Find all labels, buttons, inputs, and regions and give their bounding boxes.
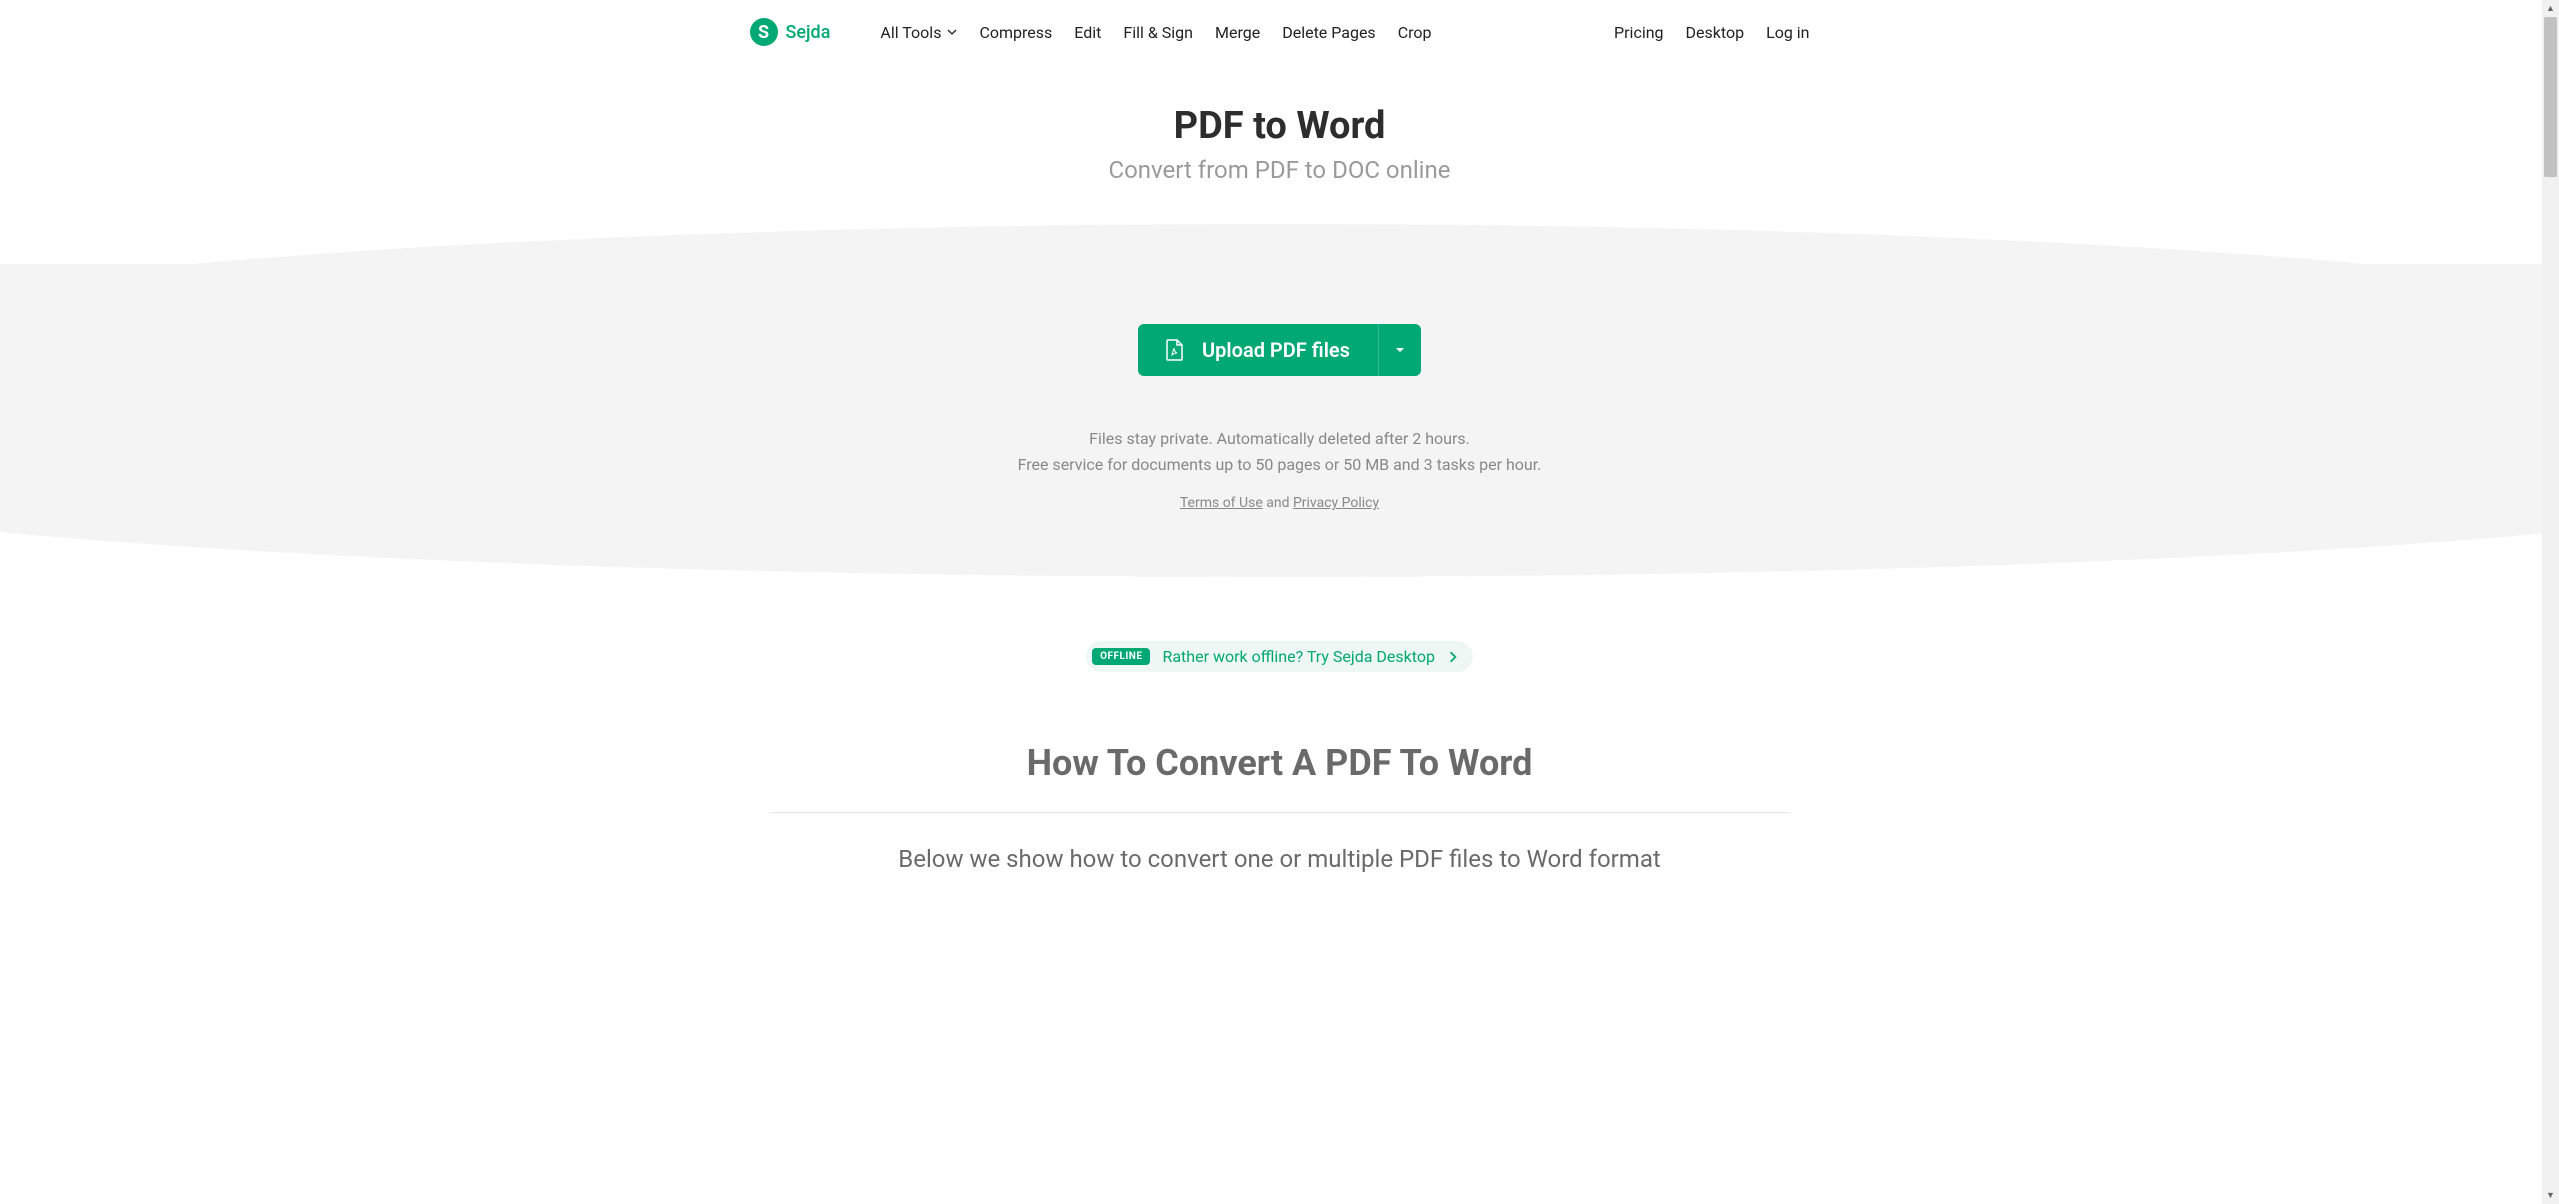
terms-link[interactable]: Terms of Use	[1180, 495, 1263, 511]
chevron-right-icon	[1447, 651, 1459, 663]
nav-fill-sign[interactable]: Fill & Sign	[1123, 23, 1193, 42]
scrollbar-down-arrow[interactable]: ▼	[2542, 1187, 2559, 1204]
upload-dropdown-button[interactable]	[1378, 324, 1421, 376]
upload-button-label: Upload PDF files	[1202, 338, 1350, 362]
wave-bottom-decoration	[0, 532, 2559, 592]
nav-all-tools-label: All Tools	[880, 23, 941, 42]
header: S Sejda All Tools Compress Edit Fill & S…	[750, 0, 1810, 64]
scrollbar-up-arrow[interactable]: ▲	[2542, 0, 2559, 17]
privacy-link[interactable]: Privacy Policy	[1293, 495, 1379, 511]
howto-heading: How To Convert A PDF To Word	[770, 742, 1790, 813]
info-text: Files stay private. Automatically delete…	[20, 426, 2539, 477]
upload-button[interactable]: Upload PDF files	[1138, 324, 1378, 376]
logo-text: Sejda	[786, 22, 831, 43]
hero: PDF to Word Convert from PDF to DOC onli…	[0, 64, 2559, 204]
nav-edit[interactable]: Edit	[1074, 23, 1101, 42]
chevron-down-icon	[947, 27, 957, 37]
upload-section: Upload PDF files Files stay private. Aut…	[0, 264, 2559, 591]
nav-login[interactable]: Log in	[1766, 23, 1809, 42]
nav-merge[interactable]: Merge	[1215, 23, 1260, 42]
scrollbar[interactable]: ▲ ▼	[2542, 0, 2559, 1204]
nav-pricing[interactable]: Pricing	[1614, 23, 1664, 42]
logo-icon: S	[750, 18, 778, 46]
info-line-1: Files stay private. Automatically delete…	[20, 426, 2539, 452]
nav-crop[interactable]: Crop	[1398, 23, 1432, 42]
nav-compress[interactable]: Compress	[979, 23, 1052, 42]
howto-section: How To Convert A PDF To Word Below we sh…	[750, 742, 1810, 877]
nav-desktop[interactable]: Desktop	[1686, 23, 1745, 42]
page-title: PDF to Word	[20, 104, 2539, 148]
file-pdf-icon	[1166, 339, 1184, 361]
page-subtitle: Convert from PDF to DOC online	[20, 156, 2539, 184]
nav-left: All Tools Compress Edit Fill & Sign Merg…	[880, 23, 1431, 42]
logo[interactable]: S Sejda	[750, 18, 831, 46]
caret-down-icon	[1395, 347, 1405, 353]
info-line-2: Free service for documents up to 50 page…	[20, 452, 2539, 478]
legal-and: and	[1263, 495, 1293, 511]
offline-section: OFFLINE Rather work offline? Try Sejda D…	[0, 591, 2559, 702]
offline-pill[interactable]: OFFLINE Rather work offline? Try Sejda D…	[1086, 641, 1473, 672]
legal-line: Terms of Use and Privacy Policy	[20, 495, 2539, 511]
nav-all-tools[interactable]: All Tools	[880, 23, 957, 42]
wave-top-decoration	[0, 204, 2559, 284]
offline-text: Rather work offline? Try Sejda Desktop	[1162, 647, 1434, 666]
nav-delete-pages[interactable]: Delete Pages	[1282, 23, 1375, 42]
scrollbar-thumb[interactable]	[2544, 17, 2557, 177]
upload-button-group: Upload PDF files	[1138, 324, 1421, 376]
howto-lead: Below we show how to convert one or mult…	[770, 843, 1790, 877]
offline-badge: OFFLINE	[1092, 648, 1150, 665]
nav-right: Pricing Desktop Log in	[1614, 23, 1809, 42]
